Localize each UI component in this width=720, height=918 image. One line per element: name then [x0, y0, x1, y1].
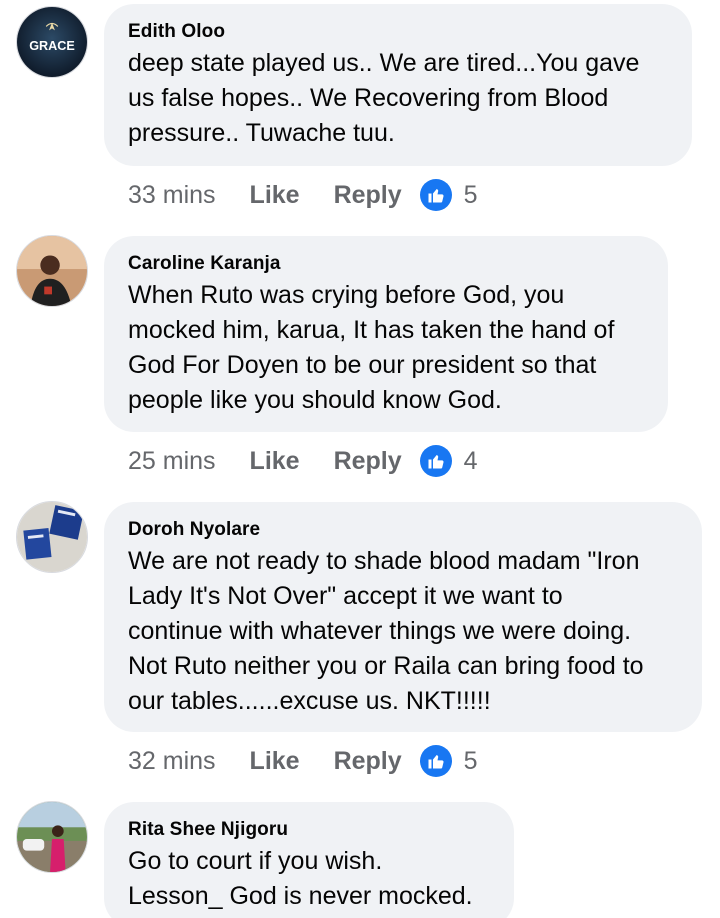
comment-text-line: our tables......excuse us. NKT!!!!! [128, 687, 491, 715]
comment-bubble: Doroh Nyolare We are not ready to shade … [104, 502, 702, 732]
comment-author[interactable]: Rita Shee Njigoru [128, 818, 492, 842]
avatar[interactable]: GRACE [16, 6, 88, 78]
like-button[interactable]: Like [250, 181, 300, 210]
comment-author[interactable]: Caroline Karanja [128, 252, 646, 276]
comment-text-line: God For Doyen to be our president so tha… [128, 351, 597, 379]
thumbs-up-icon[interactable] [419, 445, 452, 477]
comment-timestamp[interactable]: 32 mins [128, 747, 216, 776]
comment-text: We are not ready to shade blood madam "I… [128, 544, 680, 719]
profile-photo-avatar [17, 802, 87, 872]
like-button[interactable]: Like [250, 447, 300, 476]
comment-text-line: continue with whatever things we were do… [128, 617, 632, 645]
reply-button[interactable]: Reply [334, 181, 402, 210]
svg-text:GRACE: GRACE [29, 39, 75, 53]
thumbs-up-icon[interactable] [419, 745, 452, 777]
reaction-count[interactable]: 4 [464, 447, 478, 476]
thumbs-up-icon[interactable] [419, 179, 452, 211]
avatar[interactable] [16, 501, 88, 573]
comment-timestamp[interactable]: 33 mins [128, 181, 216, 210]
comment-text-line: deep state played us.. We are tired...Yo… [128, 49, 640, 77]
comment-text-line: When Ruto was crying before God, you [128, 281, 565, 309]
profile-photo-avatar [17, 502, 87, 572]
comment-text-line: We are not ready to shade blood madam "I… [128, 547, 640, 575]
comment-text-line: people like you should know God. [128, 386, 502, 414]
comment-bubble: Caroline Karanja When Ruto was crying be… [104, 236, 668, 432]
comment-actions: 33 mins Like Reply 5 [128, 177, 478, 213]
comment-text: Go to court if you wish. Lesson_ God is … [128, 844, 492, 914]
grace-logo-avatar: GRACE [17, 7, 87, 77]
comment-text-line: Go to court if you wish. [128, 847, 383, 875]
comment-thread: GRACE Edith Oloo deep state played us.. … [0, 0, 720, 918]
comment-text: deep state played us.. We are tired...Yo… [128, 46, 670, 151]
reaction-count[interactable]: 5 [464, 181, 478, 210]
reply-button[interactable]: Reply [334, 747, 402, 776]
reaction-count[interactable]: 5 [464, 747, 478, 776]
comment-timestamp[interactable]: 25 mins [128, 447, 216, 476]
comment-text-line: pressure.. Tuwache tuu. [128, 119, 395, 147]
comment-bubble: Edith Oloo deep state played us.. We are… [104, 4, 692, 166]
comment-bubble: Rita Shee Njigoru Go to court if you wis… [104, 802, 514, 918]
comment-author[interactable]: Edith Oloo [128, 20, 670, 44]
avatar[interactable] [16, 801, 88, 873]
comment-actions: 32 mins Like Reply 5 [128, 743, 478, 779]
comment-text-line: mocked him, karua, It has taken the hand… [128, 316, 615, 344]
comment-text-line: us false hopes.. We Recovering from Bloo… [128, 84, 609, 112]
profile-photo-avatar [17, 236, 87, 306]
comment-text-line: Lady It's Not Over" accept it we want to [128, 582, 563, 610]
comment-actions: 25 mins Like Reply 4 [128, 443, 478, 479]
comment-text-line: Lesson_ God is never mocked. [128, 882, 473, 910]
like-button[interactable]: Like [250, 747, 300, 776]
comment-text-line: Not Ruto neither you or Raila can bring … [128, 652, 644, 680]
comment-text: When Ruto was crying before God, you moc… [128, 278, 646, 418]
comment-author[interactable]: Doroh Nyolare [128, 518, 680, 542]
reply-button[interactable]: Reply [334, 447, 402, 476]
avatar[interactable] [16, 235, 88, 307]
